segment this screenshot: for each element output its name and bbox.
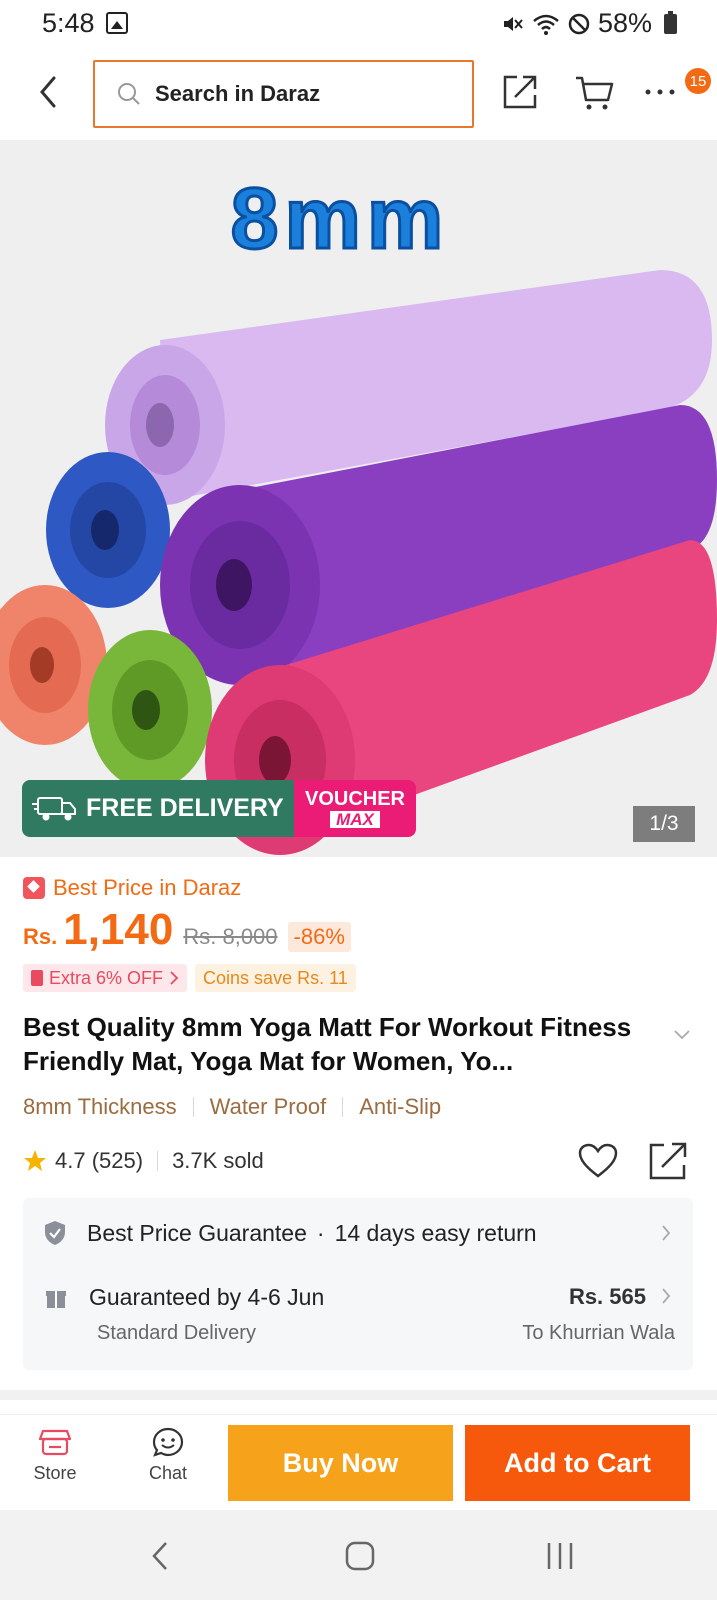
status-time: 5:48 (42, 8, 95, 38)
best-price-guarantee: Best Price Guarantee (87, 1219, 307, 1246)
guarantee-row[interactable]: Best Price Guarantee · 14 days easy retu… (23, 1198, 693, 1268)
chevron-right-icon (662, 1288, 671, 1304)
guarantee-delivery-panel: Best Price Guarantee · 14 days easy retu… (23, 1198, 693, 1370)
price-row: Rs. 1,140 Rs. 8,000 -86% (23, 905, 351, 955)
easy-return: 14 days easy return (334, 1219, 537, 1246)
battery-percent: 58% (597, 8, 652, 38)
free-delivery-text: FREE DELIVERY (86, 794, 284, 822)
price-currency: Rs. (23, 924, 58, 949)
cart-icon (576, 76, 614, 110)
star-icon (24, 1150, 46, 1171)
delivery-destination: To Khurrian Wala (522, 1322, 675, 1344)
nav-home-button[interactable] (330, 1534, 390, 1578)
delivery-box-icon (46, 1291, 66, 1308)
voucher-ticket-icon (31, 970, 43, 986)
sold-count: 3.7K sold (172, 1148, 264, 1173)
share-icon (503, 75, 537, 109)
price-tag-icon (23, 877, 45, 899)
nav-back-button[interactable] (130, 1534, 190, 1578)
promo-strip: FREE DELIVERY VOUCHER MAX (22, 780, 416, 837)
best-price-banner: Best Price in Daraz (23, 875, 241, 901)
cart-button[interactable] (570, 68, 618, 116)
delivery-date: Guaranteed by 4-6 Jun (89, 1284, 325, 1310)
wifi-icon (533, 14, 559, 35)
share-product-icon[interactable] (648, 1141, 688, 1181)
current-price: 1,140 (63, 905, 174, 954)
image-page-indicator: 1/3 (633, 806, 695, 842)
wishlist-heart-icon[interactable] (578, 1143, 618, 1179)
best-price-label: Best Price in Daraz (53, 875, 242, 900)
search-icon (118, 83, 140, 105)
bottom-action-bar: Store Chat Buy Now Add to Cart (0, 1414, 717, 1510)
nav-home-icon (345, 1541, 375, 1571)
section-divider (0, 1390, 717, 1400)
top-header: Search in Daraz 15 (0, 46, 717, 140)
yoga-mat-rolls-image (0, 270, 717, 855)
voucher-text: VOUCHER (304, 788, 405, 810)
store-icon (39, 1429, 71, 1456)
nav-recents-button[interactable] (530, 1534, 590, 1578)
tag-divider (342, 1097, 344, 1117)
search-placeholder: Search in Daraz (155, 81, 321, 106)
rating-value: 4.7 (525) (55, 1148, 144, 1173)
rating-row[interactable]: 4.7 (525) 3.7K sold (23, 1148, 264, 1174)
product-image-carousel[interactable]: 8mm FREE DELIVERY VOUCHER MAX 1/3 (0, 140, 717, 857)
back-button[interactable] (28, 70, 68, 114)
battery-icon (664, 10, 677, 34)
discount-badge: -86% (287, 922, 351, 952)
search-input[interactable]: Search in Daraz (93, 60, 474, 128)
chat-button[interactable]: Chat (128, 1427, 208, 1484)
delivery-truck-icon (32, 796, 76, 820)
product-title[interactable]: Best Quality 8mm Yoga Matt For Workout F… (23, 1010, 663, 1078)
chevron-left-icon (40, 76, 56, 108)
rating-divider (157, 1151, 159, 1171)
more-dots-icon (645, 89, 675, 95)
add-to-cart-button[interactable]: Add to Cart (465, 1425, 690, 1501)
free-delivery-label: FREE DELIVERY (22, 780, 294, 837)
store-button[interactable]: Store (15, 1427, 95, 1484)
chevron-right-icon (170, 971, 179, 985)
tag-water-proof: Water Proof (209, 1094, 327, 1119)
separator-dot: · (316, 1219, 325, 1246)
store-label: Store (33, 1463, 77, 1483)
chat-smiley-icon (152, 1427, 184, 1457)
gallery-notification-icon (106, 12, 128, 34)
extra-off-chip[interactable]: Extra 6% OFF (23, 964, 188, 992)
product-tags: 8mm Thickness Water Proof Anti-Slip (23, 1094, 441, 1120)
mute-icon (503, 16, 523, 31)
notification-badge: 15 (685, 68, 711, 94)
tag-thickness: 8mm Thickness (23, 1094, 177, 1119)
system-navigation-bar (0, 1510, 717, 1600)
chat-label: Chat (148, 1463, 188, 1483)
chevron-right-icon (662, 1225, 671, 1241)
tag-divider (192, 1097, 194, 1117)
do-not-disturb-icon (568, 13, 590, 34)
status-bar: 5:48 58% (0, 0, 717, 46)
share-button[interactable] (496, 68, 544, 116)
voucher-max-text: MAX (330, 811, 380, 828)
delivery-type: Standard Delivery (97, 1322, 256, 1344)
expand-title-chevron-icon[interactable] (674, 1030, 690, 1040)
nav-recents-icon (547, 1543, 573, 1569)
voucher-max-label: VOUCHER MAX (294, 780, 416, 837)
blue-mat-roll (46, 452, 170, 608)
delivery-row[interactable]: Guaranteed by 4-6 Jun Standard Delivery … (23, 1284, 693, 1364)
buy-now-button[interactable]: Buy Now (228, 1425, 453, 1501)
original-price: Rs. 8,000 (183, 924, 278, 949)
shield-check-icon (45, 1221, 65, 1245)
coins-save-chip[interactable]: Coins save Rs. 11 (195, 964, 356, 992)
green-mat-roll (88, 630, 212, 790)
status-icons: 58% (500, 8, 677, 39)
more-menu-button[interactable] (636, 68, 684, 116)
nav-back-icon (152, 1542, 167, 1570)
delivery-fee: Rs. 565 (568, 1284, 646, 1309)
tag-anti-slip: Anti-Slip (359, 1094, 442, 1119)
extra-off-text: Extra 6% OFF (49, 967, 164, 988)
promo-chips: Extra 6% OFF Coins save Rs. 11 (23, 964, 356, 992)
